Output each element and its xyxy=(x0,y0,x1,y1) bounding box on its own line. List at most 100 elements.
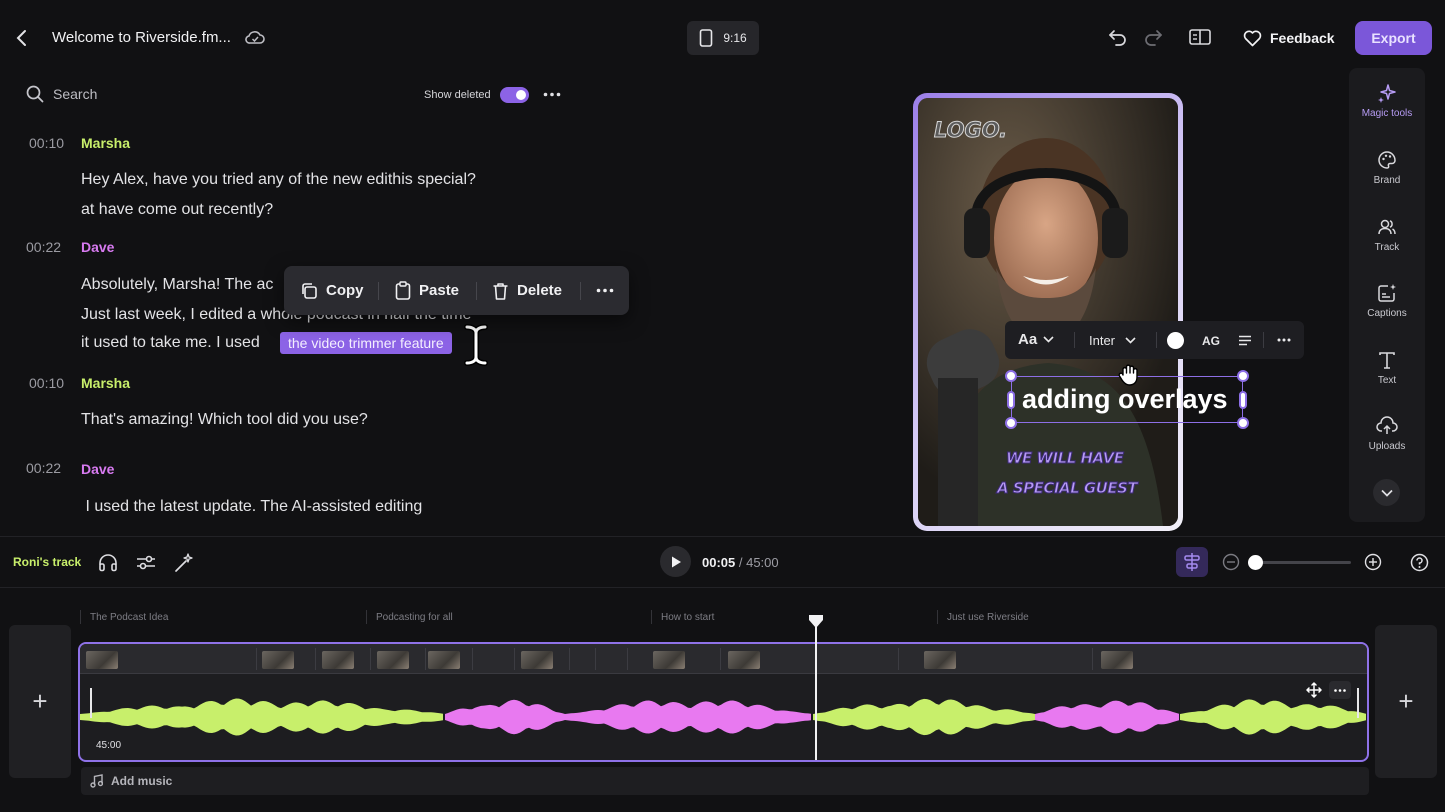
zoom-slider[interactable] xyxy=(1248,555,1351,570)
video-track-clip[interactable]: 45:00 xyxy=(78,642,1369,762)
export-button[interactable]: Export xyxy=(1355,21,1432,55)
thumbnail-strip xyxy=(80,644,1367,674)
transcript-line[interactable]: it used to take me. I used xyxy=(81,334,260,352)
text-icon xyxy=(1379,352,1395,369)
timestamp[interactable]: 00:10 xyxy=(29,135,64,151)
timestamp[interactable]: 00:10 xyxy=(29,375,64,391)
more-options-icon[interactable] xyxy=(596,288,614,293)
redo-icon[interactable] xyxy=(1143,28,1163,46)
add-music-label: Add music xyxy=(111,774,173,788)
align-left-icon[interactable] xyxy=(1238,335,1252,346)
transcript-search[interactable]: Search xyxy=(26,85,97,103)
logo-watermark[interactable]: LOGO. xyxy=(933,118,1007,143)
text-cursor-icon xyxy=(463,324,489,366)
headphones-icon[interactable] xyxy=(98,553,118,572)
zoom-in-icon[interactable] xyxy=(1364,553,1382,571)
time-display: 00:05 / 45:00 xyxy=(702,555,779,570)
play-button[interactable] xyxy=(660,546,691,577)
layout-toggle-icon[interactable] xyxy=(1189,28,1211,46)
magic-wand-icon[interactable] xyxy=(174,552,195,573)
add-music-bar[interactable]: Add music xyxy=(81,767,1369,795)
tool-brand[interactable]: Brand xyxy=(1349,150,1425,186)
copy-button[interactable]: Copy xyxy=(300,266,364,315)
trim-handle-left[interactable] xyxy=(90,688,92,718)
add-clip-after-button[interactable]: + xyxy=(1375,625,1437,778)
clip-more-icon[interactable] xyxy=(1329,681,1351,699)
transcript-line[interactable]: That's amazing! Which tool did you use? xyxy=(81,411,368,429)
clipboard-icon xyxy=(395,281,411,300)
font-family-dropdown[interactable]: Inter xyxy=(1089,333,1136,348)
section-label[interactable]: The Podcast Idea xyxy=(90,612,168,623)
timeline-layout-icon xyxy=(1184,553,1200,571)
transcript-line[interactable]: I used the latest update. The AI-assiste… xyxy=(81,498,422,516)
transcript-line[interactable]: at have come out recently? xyxy=(81,201,273,219)
search-input[interactable]: Search xyxy=(53,86,97,102)
tool-uploads[interactable]: Uploads xyxy=(1349,416,1425,452)
playhead-line[interactable] xyxy=(815,625,817,760)
fit-timeline-button[interactable] xyxy=(1176,547,1208,577)
tool-captions[interactable]: Captions xyxy=(1349,283,1425,319)
trash-icon xyxy=(493,282,508,300)
waveform-segment xyxy=(813,698,1035,736)
phone-icon xyxy=(700,29,713,47)
feedback-button[interactable]: Feedback xyxy=(1243,27,1335,49)
tools-expand-button[interactable] xyxy=(1373,479,1400,506)
back-icon[interactable] xyxy=(14,29,30,47)
transcript-more-icon[interactable] xyxy=(543,92,561,97)
adjust-sliders-icon[interactable] xyxy=(136,554,156,571)
section-label[interactable]: How to start xyxy=(661,612,714,623)
help-icon[interactable] xyxy=(1410,553,1429,572)
project-title[interactable]: Welcome to Riverside.fm... xyxy=(52,29,231,46)
aspect-ratio-label: 9:16 xyxy=(723,31,747,45)
text-color-swatch[interactable] xyxy=(1167,332,1184,349)
playhead-marker-icon[interactable] xyxy=(807,614,825,629)
trim-handle-right[interactable] xyxy=(1357,688,1359,718)
zoom-out-icon[interactable] xyxy=(1222,553,1240,571)
video-preview-frame[interactable]: LOGO. WE WILL HAVE A SPECIAL GUEST xyxy=(913,93,1183,531)
sparkle-icon xyxy=(1378,84,1396,103)
top-bar: Welcome to Riverside.fm... 9:16 Feedback… xyxy=(0,0,1445,76)
promo-text-line[interactable]: WE WILL HAVE xyxy=(1005,449,1124,468)
context-menu: Copy Paste Delete xyxy=(284,266,629,315)
undo-icon[interactable] xyxy=(1108,28,1128,46)
move-icon[interactable] xyxy=(1306,682,1322,698)
section-label[interactable]: Podcasting for all xyxy=(376,612,453,623)
show-deleted-toggle[interactable] xyxy=(500,87,529,103)
add-clip-before-button[interactable]: + xyxy=(9,625,71,778)
timestamp[interactable]: 00:22 xyxy=(26,460,61,476)
text-case-button[interactable]: AG xyxy=(1202,334,1220,348)
tool-magic-tools[interactable]: Magic tools xyxy=(1349,83,1425,119)
aspect-ratio-button[interactable]: 9:16 xyxy=(687,21,759,55)
paste-label: Paste xyxy=(419,282,460,299)
tool-track[interactable]: Track xyxy=(1349,217,1425,253)
overlay-text[interactable]: adding overlays xyxy=(1022,384,1228,415)
tools-sidebar: Magic tools Brand Track Captions Text Up… xyxy=(1349,68,1425,522)
font-size-dropdown[interactable]: Aa xyxy=(1018,331,1054,348)
section-label[interactable]: Just use Riverside xyxy=(947,612,1029,623)
selected-text-highlight[interactable]: the video trimmer feature xyxy=(280,332,452,354)
copy-label: Copy xyxy=(326,282,364,299)
timestamp[interactable]: 00:22 xyxy=(26,239,61,255)
waveform-segment xyxy=(1035,700,1179,734)
transcript-line[interactable]: Hey Alex, have you tried any of the new … xyxy=(81,171,476,189)
tool-text[interactable]: Text xyxy=(1349,350,1425,386)
palette-icon xyxy=(1378,151,1396,169)
track-name[interactable]: Roni's track xyxy=(13,555,81,569)
chevron-down-icon xyxy=(1043,336,1054,343)
delete-button[interactable]: Delete xyxy=(492,266,562,315)
speaker-name: Marsha xyxy=(81,135,131,151)
cloud-sync-icon xyxy=(244,29,266,47)
upload-icon xyxy=(1376,416,1398,434)
current-time: 00:05 xyxy=(702,555,736,570)
music-note-icon xyxy=(90,774,103,788)
transcript-line[interactable]: Absolutely, Marsha! The ac xyxy=(81,276,273,294)
show-deleted-label: Show deleted xyxy=(424,89,491,101)
paste-button[interactable]: Paste xyxy=(395,266,459,315)
captions-icon xyxy=(1378,284,1396,302)
toolbar-more-icon[interactable] xyxy=(1277,338,1291,342)
speaker-name: Dave xyxy=(81,239,115,255)
clip-duration: 45:00 xyxy=(96,740,122,751)
waveform-segment xyxy=(565,700,811,734)
speaker-name: Marsha xyxy=(81,375,131,391)
promo-text-line[interactable]: A SPECIAL GUEST xyxy=(996,479,1138,498)
